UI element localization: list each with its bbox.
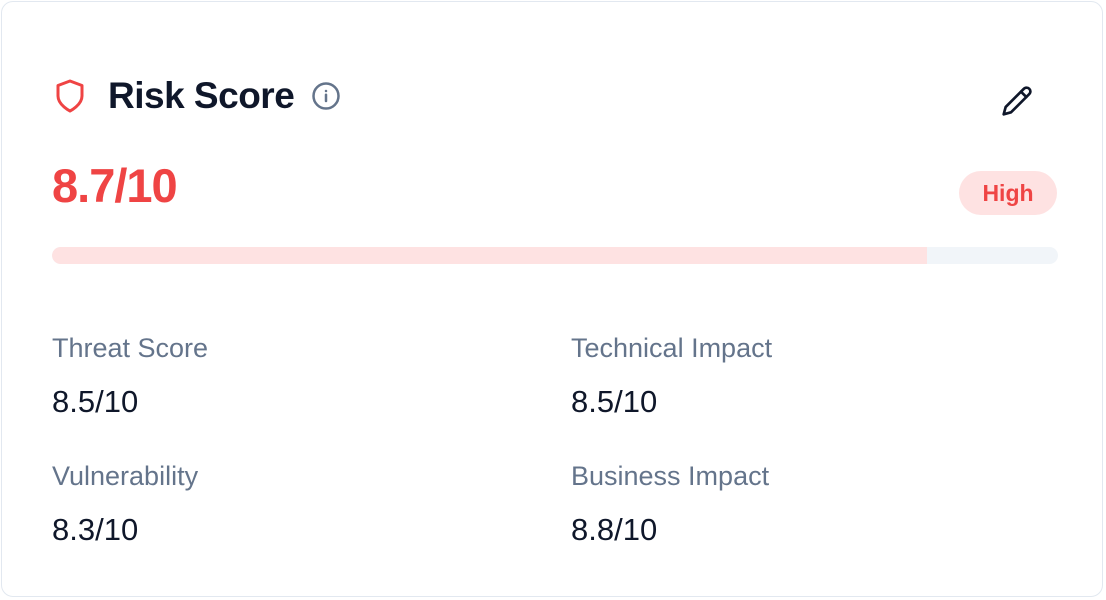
risk-score-value: 8.7/10: [52, 159, 178, 212]
metric-threat-score: Threat Score 8.5/10: [52, 332, 208, 420]
metric-value: 8.5/10: [52, 384, 139, 419]
risk-score-card: Risk Score 8.7/10 High Threat Score 8.5/…: [1, 1, 1103, 597]
info-icon[interactable]: [311, 81, 341, 111]
card-header: Risk Score: [52, 72, 341, 120]
metric-technical-impact: Technical Impact 8.5/10: [571, 332, 772, 420]
risk-progress-bar: [52, 247, 1058, 264]
risk-level-badge: High: [959, 171, 1057, 215]
metric-value: 8.8/10: [571, 512, 658, 547]
edit-button[interactable]: [996, 80, 1038, 122]
metric-value: 8.5/10: [571, 384, 658, 419]
shield-icon: [52, 76, 92, 116]
metric-label: Threat Score: [52, 333, 209, 363]
risk-progress-fill: [52, 247, 928, 264]
metric-vulnerability: Vulnerability 8.3/10: [52, 460, 198, 548]
pencil-icon: [1001, 85, 1033, 117]
metric-label: Vulnerability: [52, 461, 199, 491]
metric-label: Business Impact: [571, 461, 770, 491]
metric-value: 8.3/10: [52, 512, 139, 547]
card-title: Risk Score: [108, 75, 295, 116]
metric-business-impact: Business Impact 8.8/10: [571, 460, 769, 548]
metric-label: Technical Impact: [571, 333, 773, 363]
